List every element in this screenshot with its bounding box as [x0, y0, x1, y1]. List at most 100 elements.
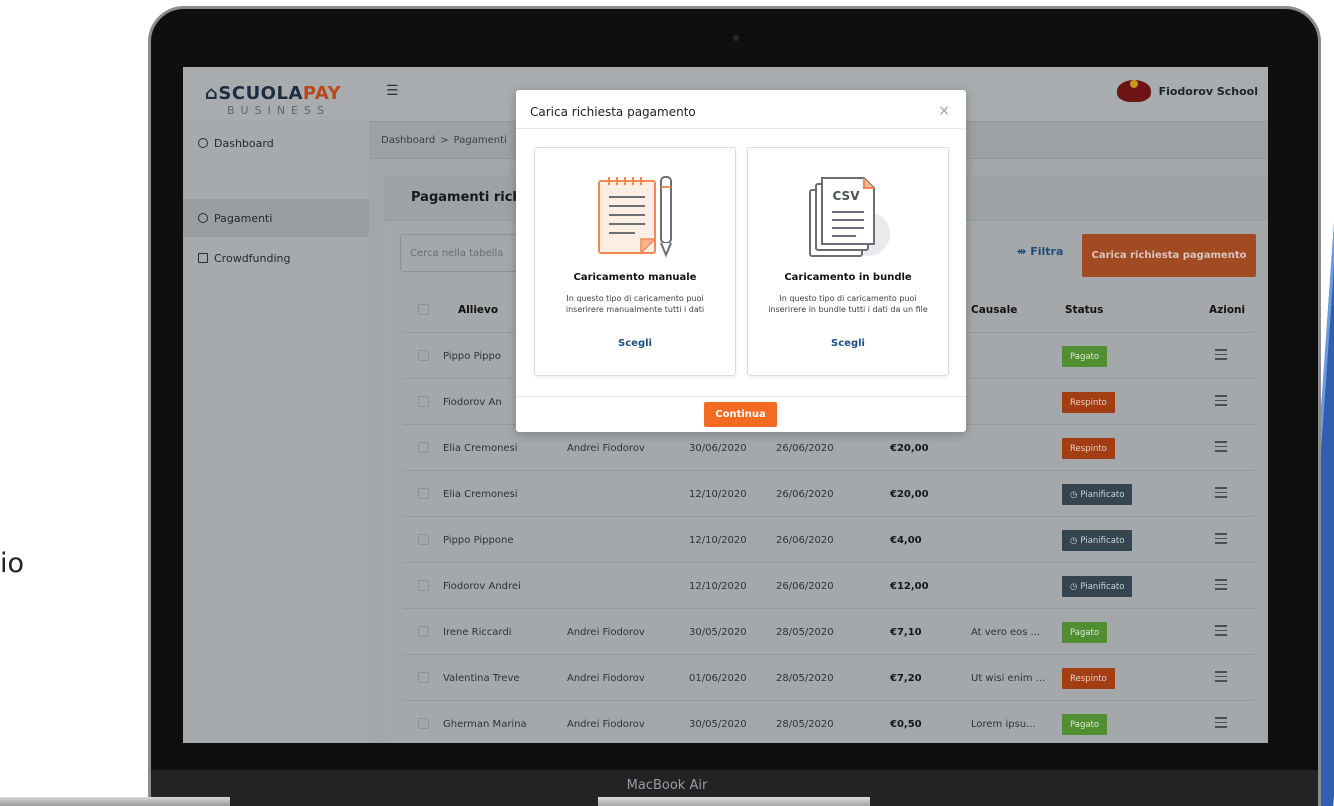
cell-allievo: Pippo Pippo	[443, 350, 501, 362]
upload-request-button[interactable]: Carica richiesta pagamento	[1082, 234, 1256, 277]
row-actions-menu-icon[interactable]	[1215, 441, 1227, 453]
row-actions-menu-icon[interactable]	[1215, 533, 1227, 545]
status-label: Respinto	[1070, 443, 1107, 454]
cell-created-date: 28/05/2020	[776, 718, 834, 730]
row-checkbox[interactable]	[418, 442, 429, 453]
row-checkbox[interactable]	[418, 672, 429, 683]
modal-footer-divider	[516, 396, 966, 397]
breadcrumb-item-dashboard[interactable]: Dashboard	[381, 135, 435, 146]
cell-causale: Ut wisi enim ...	[971, 672, 1046, 684]
dashboard-icon	[198, 138, 208, 148]
column-header-status[interactable]: Status	[1065, 287, 1103, 333]
breadcrumb-separator: >	[440, 134, 449, 146]
row-checkbox[interactable]	[418, 488, 429, 499]
logo-wordmark: ⌂SCUOLAPAY	[205, 83, 365, 104]
stage: io MacBook Air ⌂SCUOLAPAY BUSINESS ☰ Fio…	[0, 0, 1334, 806]
logo-house-icon: ⌂	[205, 83, 219, 104]
cell-tutor: Andrei Fiodorov	[567, 672, 645, 684]
notepad-pencil-icon	[598, 176, 672, 258]
status-label: Pianificato	[1080, 535, 1125, 546]
cell-amount: €4,00	[890, 534, 922, 546]
cell-due-date: 01/06/2020	[689, 672, 747, 684]
row-checkbox[interactable]	[418, 534, 429, 545]
filter-label: Filtra	[1030, 245, 1064, 258]
cell-allievo: Fiodorov Andrei	[443, 580, 521, 592]
select-all-checkbox[interactable]	[418, 304, 429, 315]
cell-created-date: 28/05/2020	[776, 626, 834, 638]
logo-main-text: SCUOLA	[218, 83, 303, 104]
row-checkbox[interactable]	[418, 580, 429, 591]
status-label: Pianificato	[1080, 489, 1125, 500]
option-manual-choose-link[interactable]: Scegli	[535, 338, 735, 349]
app-screen: ⌂SCUOLAPAY BUSINESS ☰ Fiodorov School Da…	[183, 67, 1268, 743]
clock-icon: ◷	[1070, 489, 1078, 500]
column-header-allievo[interactable]: Allievo	[458, 287, 498, 333]
table-row: Elia Cremonesi 12/10/2020 26/06/2020 €20,00…	[403, 471, 1255, 517]
row-checkbox[interactable]	[418, 626, 429, 637]
csv-file-icon: CSV	[809, 177, 890, 257]
laptop-brand-label: MacBook Air	[626, 778, 708, 793]
row-checkbox[interactable]	[418, 350, 429, 361]
crowdfunding-icon	[198, 253, 208, 263]
cell-tutor: Andrei Fiodorov	[567, 718, 645, 730]
cell-due-date: 12/10/2020	[689, 534, 747, 546]
cell-amount: €12,00	[890, 580, 929, 592]
cell-allievo: Valentina Treve	[443, 672, 520, 684]
close-icon[interactable]: ×	[938, 103, 950, 119]
sidebar-item-pagamenti[interactable]: Pagamenti	[183, 199, 369, 237]
option-bundle-choose-link[interactable]: Scegli	[748, 338, 948, 349]
cell-due-date: 12/10/2020	[689, 488, 747, 500]
camera-icon	[733, 35, 739, 41]
cell-allievo: Irene Riccardi	[443, 626, 512, 638]
filter-button[interactable]: ⇹ Filtra	[1017, 245, 1063, 258]
laptop-base-left	[0, 797, 230, 806]
upload-modal: Carica richiesta pagamento × Caricamento…	[516, 90, 966, 432]
status-label: Respinto	[1070, 673, 1107, 684]
sidebar-item-label: Pagamenti	[214, 211, 273, 225]
row-actions-menu-icon[interactable]	[1215, 487, 1227, 499]
option-manual-card[interactable]: Caricamento manuale In questo tipo di ca…	[534, 147, 736, 376]
option-bundle-card[interactable]: CSV Caricamento in bundle In questo tipo…	[747, 147, 949, 376]
payment-icon	[198, 213, 208, 223]
row-actions-menu-icon[interactable]	[1215, 579, 1227, 591]
cell-allievo: Elia Cremonesi	[443, 442, 518, 454]
background-text: io	[0, 548, 25, 579]
cell-tutor: Andrei Fiodorov	[567, 626, 645, 638]
table-row: Valentina Treve Andrei Fiodorov 01/06/2020…	[403, 655, 1255, 701]
row-actions-menu-icon[interactable]	[1215, 395, 1227, 407]
menu-toggle-icon[interactable]: ☰	[386, 83, 399, 99]
cell-causale: At vero eos ...	[971, 626, 1041, 638]
search-input[interactable]: Cerca nella tabella	[400, 234, 525, 272]
row-actions-menu-icon[interactable]	[1215, 717, 1227, 729]
cell-due-date: 30/05/2020	[689, 626, 747, 638]
school-profile[interactable]: Fiodorov School	[1116, 80, 1258, 102]
cell-allievo: Elia Cremonesi	[443, 488, 518, 500]
status-badge: Pagato	[1062, 622, 1108, 643]
cell-amount: €0,50	[890, 718, 922, 730]
continue-button[interactable]: Continua	[704, 402, 777, 427]
clock-icon: ◷	[1070, 535, 1078, 546]
status-badge: Pagato	[1062, 714, 1108, 735]
status-label: Pagato	[1070, 627, 1100, 638]
cell-allievo: Pippo Pippone	[443, 534, 514, 546]
logo-subtitle: BUSINESS	[227, 104, 330, 117]
row-actions-menu-icon[interactable]	[1215, 671, 1227, 683]
status-badge: ◷ Pianificato	[1062, 484, 1133, 505]
cell-amount: €7,10	[890, 626, 922, 638]
cell-allievo: Fiodorov An	[443, 396, 502, 408]
status-badge: Pagato	[1062, 346, 1108, 367]
table-row: Fiodorov Andrei 12/10/2020 26/06/2020 €12,0…	[403, 563, 1255, 609]
row-checkbox[interactable]	[418, 396, 429, 407]
modal-title: Carica richiesta pagamento	[530, 105, 696, 119]
row-checkbox[interactable]	[418, 718, 429, 729]
status-badge: ◷ Pianificato	[1062, 576, 1133, 597]
row-actions-menu-icon[interactable]	[1215, 625, 1227, 637]
status-label: Pagato	[1070, 719, 1100, 730]
row-actions-menu-icon[interactable]	[1215, 349, 1227, 361]
sidebar-item-crowdfunding[interactable]: Crowdfunding	[183, 239, 369, 277]
sidebar-item-label: Dashboard	[214, 136, 274, 150]
app-logo[interactable]: ⌂SCUOLAPAY BUSINESS	[205, 83, 365, 123]
breadcrumb-item-pagamenti[interactable]: Pagamenti	[454, 135, 507, 146]
sidebar-item-dashboard[interactable]: Dashboard	[183, 124, 369, 162]
column-header-causale[interactable]: Causale	[971, 287, 1017, 333]
